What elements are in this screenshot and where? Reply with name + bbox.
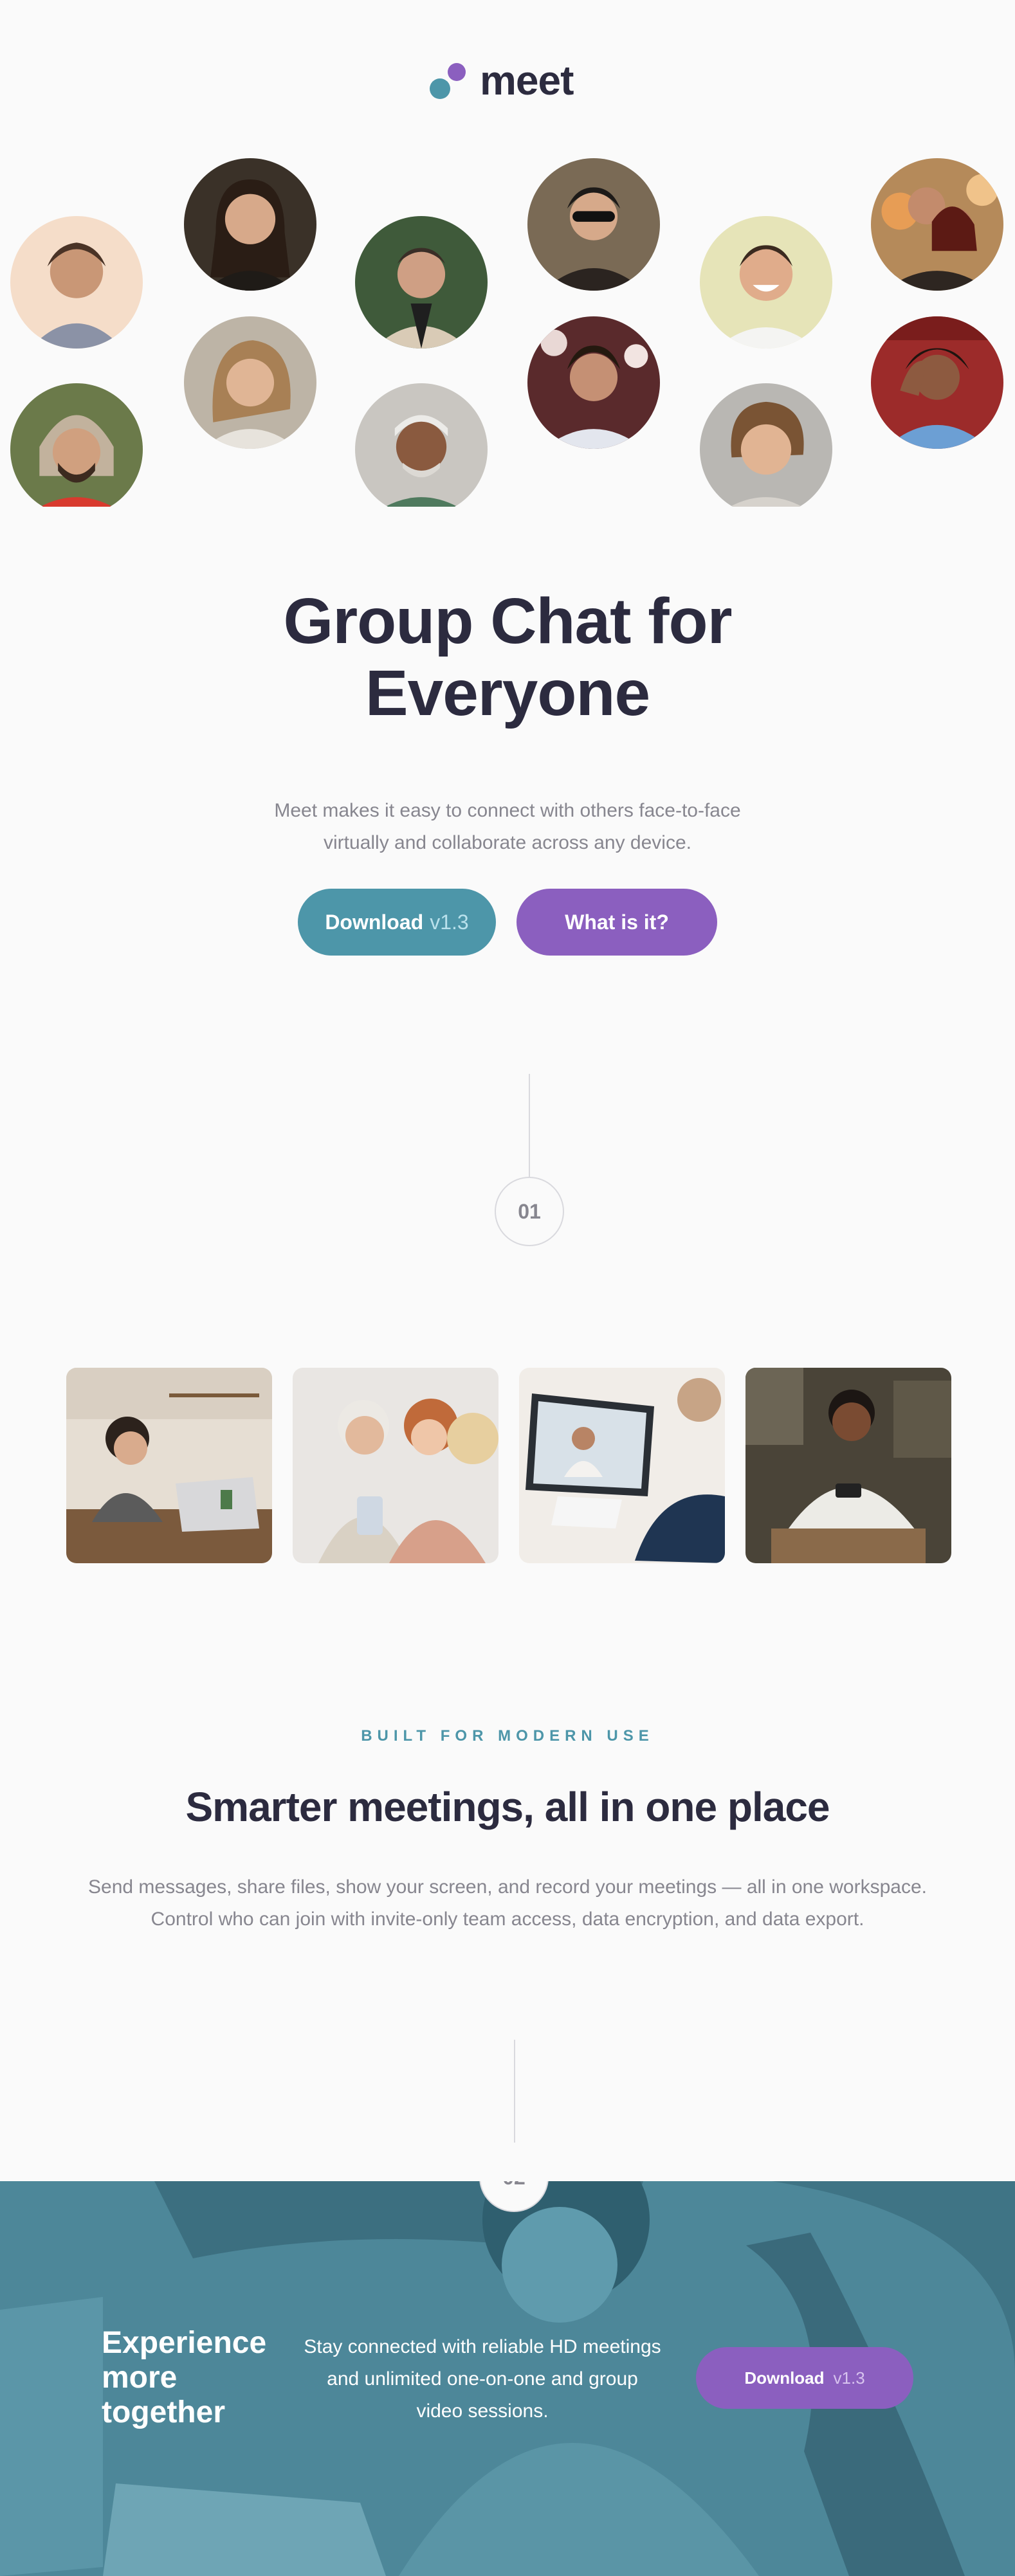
cta-download-version: v1.3 [833,2368,865,2388]
logo-dot-purple [448,63,466,81]
avatar-person-5 [355,216,488,349]
cta-description: Stay connected with reliable HD meetings… [304,2336,661,2422]
download-button[interactable]: Download v1.3 [298,889,496,956]
photo-man-smartphone [745,1368,951,1563]
hero-title: Group Chat for Everyone [283,585,732,729]
logo-dot-teal [430,78,450,99]
cta-download-label: Download [744,2368,825,2388]
avatar-collage [0,158,1015,507]
section-divider-line-2 [514,2040,515,2143]
avatar-person-4 [184,316,316,449]
photo-women-phone [293,1368,498,1563]
photo-woman-laptop [66,1368,272,1563]
avatar-person-8 [527,316,660,449]
cta-download-button[interactable]: Download v1.3 [696,2347,913,2409]
avatar-person-11 [871,158,1003,291]
avatar-person-2 [10,383,143,507]
hero-description: Meet makes it easy to connect with other… [274,800,741,853]
avatar-person-12 [871,316,1003,449]
avatar-person-6 [355,383,488,507]
features-title: Smarter meetings, all in one place [185,1784,830,1830]
features-description: Send messages, share files, show your sc… [88,1876,927,1930]
photo-man-video-call [519,1368,725,1563]
download-button-version: v1.3 [430,910,469,934]
avatar-person-7 [527,158,660,291]
download-button-label: Download [325,910,424,934]
section-number-01: 01 [495,1177,564,1246]
cta-band: 02 Experience more together Stay connect… [0,2181,1015,2576]
avatar-person-10 [700,383,832,507]
what-is-it-button[interactable]: What is it? [517,889,717,956]
avatar-person-1 [10,216,143,349]
features-eyebrow: BUILT FOR MODERN USE [361,1727,654,1745]
logo-wordmark: meet [480,57,574,104]
avatar-person-3 [184,158,316,291]
logo[interactable]: meet [430,59,584,104]
avatar-person-9 [700,216,832,349]
section-divider-line-1 [529,1074,530,1177]
cta-title: Experience more together [102,2326,267,2429]
what-is-it-label: What is it? [565,910,669,934]
